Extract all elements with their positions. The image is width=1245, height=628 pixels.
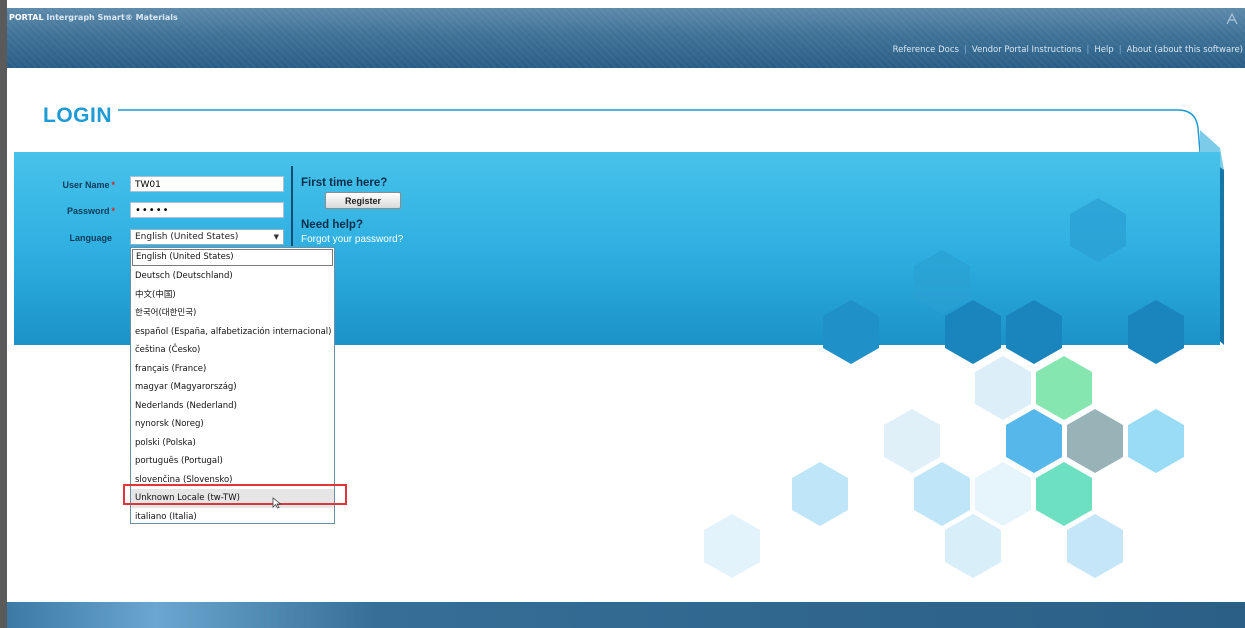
header-texture	[7, 8, 1245, 68]
app-header: PORTAL Intergraph Smart® Materials Refer…	[7, 8, 1245, 68]
language-select-value: English (United States)	[135, 232, 239, 242]
language-option[interactable]: English (United States)	[132, 249, 333, 266]
language-dropdown-list[interactable]: English (United States) Deutsch (Deutsch…	[130, 247, 335, 524]
brand-portal: PORTAL	[9, 13, 44, 22]
register-button[interactable]: Register	[325, 192, 401, 209]
logo-icon	[1226, 12, 1238, 25]
annotation-highlight-box	[123, 484, 347, 505]
language-option[interactable]: polski (Polska)	[131, 434, 334, 453]
link-about[interactable]: About (about this software)	[1127, 45, 1243, 55]
link-reference-docs[interactable]: Reference Docs	[893, 45, 959, 55]
language-option[interactable]: Deutsch (Deutschland)	[131, 267, 334, 286]
top-links: Reference Docs | Vendor Portal Instruction…	[892, 45, 1243, 55]
mouse-cursor-icon	[272, 497, 282, 509]
brand: PORTAL Intergraph Smart® Materials	[9, 13, 178, 22]
forgot-password-link[interactable]: Forgot your password?	[301, 234, 403, 245]
username-input[interactable]: TW01	[130, 176, 284, 192]
language-option[interactable]: 中文(中国)	[131, 286, 334, 305]
language-label: Language	[69, 233, 112, 243]
login-tab-outline	[118, 109, 1201, 153]
login-title: LOGIN	[43, 104, 112, 127]
link-help[interactable]: Help	[1094, 45, 1113, 55]
divider	[291, 166, 293, 246]
username-label: User Name *	[62, 180, 115, 190]
language-select[interactable]: English (United States) ▼	[130, 229, 284, 245]
language-option[interactable]: português (Portugal)	[131, 452, 334, 471]
language-option[interactable]: français (France)	[131, 360, 334, 379]
password-input[interactable]: •••••	[130, 202, 284, 218]
first-time-heading: First time here?	[301, 177, 388, 189]
language-option[interactable]: italiano (Italia)	[131, 508, 334, 524]
language-option[interactable]: Nederlands (Nederland)	[131, 397, 334, 416]
brand-product: Intergraph Smart® Materials	[46, 13, 178, 22]
app-footer	[7, 602, 1245, 628]
chevron-down-icon[interactable]: ▼	[274, 230, 279, 245]
language-option[interactable]: magyar (Magyarország)	[131, 378, 334, 397]
link-vendor-portal-instructions[interactable]: Vendor Portal Instructions	[972, 45, 1082, 55]
need-help-heading: Need help?	[301, 219, 363, 231]
language-option[interactable]: español (España, alfabetización internac…	[131, 323, 334, 342]
password-label: Password *	[66, 206, 115, 216]
language-option[interactable]: nynorsk (Noreg)	[131, 415, 334, 434]
window-frame-left	[0, 0, 7, 628]
language-option[interactable]: čeština (Česko)	[131, 341, 334, 360]
language-option[interactable]: 한국어(대한민국)	[131, 304, 334, 323]
